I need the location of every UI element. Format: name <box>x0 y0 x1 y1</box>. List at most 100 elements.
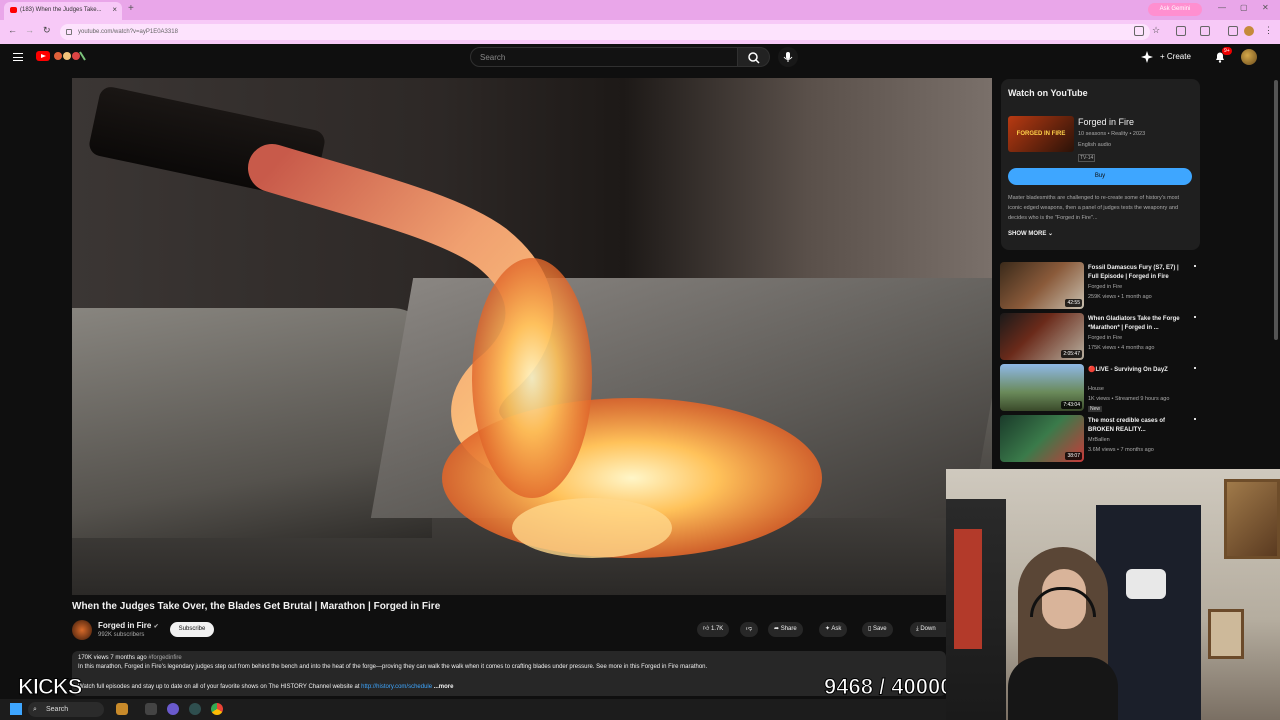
download-button[interactable]: ⤓ Down <box>910 622 946 637</box>
page-scrollbar[interactable] <box>1274 80 1278 340</box>
thumbs-down-icon: 👎︎ <box>746 626 753 632</box>
chrome-icon[interactable] <box>211 703 223 715</box>
ask-gemini-button[interactable]: Ask Gemini <box>1148 3 1202 16</box>
task-view-icon[interactable] <box>145 703 157 715</box>
youtube-logo-icon[interactable] <box>36 51 50 61</box>
recommendation-thumbnail[interactable]: 2:05:47 <box>1000 313 1084 360</box>
new-tab-icon[interactable]: + <box>128 3 134 14</box>
recommendation-views: 175K views • 4 months ago <box>1088 345 1155 351</box>
cast-icon[interactable] <box>1134 26 1144 36</box>
extensions-icon[interactable] <box>1176 26 1186 36</box>
browser-tab[interactable]: (183) When the Judges Take... × <box>4 2 122 20</box>
close-tab-icon[interactable]: × <box>112 5 117 14</box>
video-duration: 38:07 <box>1065 452 1082 460</box>
share-label: Share <box>780 626 797 632</box>
description-line-2-text: Watch full episodes and stay up to date … <box>78 684 360 690</box>
maximize-icon[interactable]: ▢ <box>1240 3 1248 12</box>
profile-icon[interactable] <box>1244 26 1254 36</box>
new-badge: New <box>1088 406 1103 412</box>
recommendation-channel[interactable]: MrBallen <box>1088 437 1110 443</box>
minimize-icon[interactable]: — <box>1218 3 1226 12</box>
like-count: 1.7K <box>710 626 724 632</box>
address-bar[interactable]: youtube.com/watch?v=ayP1E0A3318 <box>60 24 1150 40</box>
show-more-label: SHOW MORE <box>1008 231 1047 237</box>
voice-search-button[interactable] <box>778 47 798 67</box>
description-line-1: In this marathon, Forged in Fire's legen… <box>78 664 708 670</box>
recommendation-title[interactable]: When Gladiators Take the Forge *Marathon… <box>1088 315 1188 333</box>
more-actions-icon[interactable] <box>1194 265 1196 274</box>
ai-sparkle-icon[interactable] <box>1141 51 1153 63</box>
goal-counter-overlay: 9468 / 40000 <box>823 674 953 700</box>
recommendation-item[interactable]: 2:05:47 When Gladiators Take the Forge *… <box>1000 313 1198 361</box>
more-actions-icon[interactable] <box>1194 367 1196 376</box>
recommendation-title[interactable]: The most credible cases of BROKEN REALIT… <box>1088 417 1188 435</box>
buy-button[interactable]: Buy <box>1008 168 1192 185</box>
plus-icon: + <box>1160 52 1167 61</box>
more-actions-icon[interactable] <box>1194 316 1196 325</box>
search-icon <box>748 52 760 64</box>
watch-card-heading: Watch on YouTube <box>1008 88 1088 98</box>
recommendation-item[interactable]: 38:07 The most credible cases of BROKEN … <box>1000 415 1198 463</box>
bookmark-star-icon[interactable]: ☆ <box>1152 25 1160 36</box>
show-more-button[interactable]: SHOW MORE ⌄ <box>1008 230 1053 237</box>
create-button[interactable]: + Create <box>1160 48 1202 66</box>
recommendation-thumbnail[interactable]: 7:43:04 <box>1000 364 1084 411</box>
youtube-header: Search + Create 9+ <box>0 44 1280 72</box>
show-audio: English audio <box>1078 142 1112 148</box>
video-duration: 42:55 <box>1065 299 1082 307</box>
site-info-icon[interactable] <box>66 29 72 35</box>
recommendation-item[interactable]: 42:55 Fossil Damascus Fury (S7, E7) | Fu… <box>1000 262 1198 310</box>
hot-metal-frame <box>248 144 822 558</box>
video-title: When the Judges Take Over, the Blades Ge… <box>72 601 441 612</box>
recommendation-item[interactable]: 7:43:04 🔴LIVE - Surviving On DayZ House … <box>1000 364 1198 412</box>
sidepanel-icon[interactable] <box>1200 26 1210 36</box>
search-input[interactable]: Search <box>470 47 738 67</box>
doodle-logo-icon[interactable] <box>52 50 86 62</box>
back-icon[interactable]: ← <box>8 25 17 35</box>
recommendation-channel[interactable]: House <box>1088 386 1104 392</box>
show-thumbnail[interactable]: FORGED IN FIRE <box>1008 116 1074 152</box>
more-actions-icon[interactable] <box>1194 418 1196 427</box>
reload-icon[interactable]: ↻ <box>43 25 51 36</box>
taskbar-search[interactable]: ⌕ Search <box>28 702 104 717</box>
forward-icon[interactable]: → <box>25 25 34 35</box>
show-description: Master bladesmiths are challenged to re-… <box>1008 195 1180 221</box>
search-button[interactable] <box>738 47 770 67</box>
webcam-flag-stripe <box>954 529 982 649</box>
account-avatar[interactable] <box>1241 49 1257 65</box>
dislike-button[interactable]: 👎︎ <box>740 622 759 637</box>
recommendation-thumbnail[interactable]: 38:07 <box>1000 415 1084 462</box>
share-button[interactable]: ➦ Share <box>768 622 803 637</box>
video-duration: 2:05:47 <box>1061 350 1082 358</box>
webcam-overlay <box>946 469 1280 720</box>
browser-menu-icon[interactable]: ⋮ <box>1264 25 1273 36</box>
windows-start-icon[interactable] <box>10 703 22 715</box>
like-button[interactable]: 👍︎ 1.7K <box>697 622 730 637</box>
show-title[interactable]: Forged in Fire <box>1078 117 1134 127</box>
ask-button[interactable]: ✦ Ask <box>819 622 848 637</box>
obs-icon[interactable] <box>189 703 201 715</box>
thumbs-up-icon: 👍︎ <box>703 626 711 632</box>
watch-on-youtube-card <box>1001 79 1200 250</box>
discord-icon[interactable] <box>167 703 179 715</box>
history-schedule-link[interactable]: http://history.com/schedule <box>361 684 432 690</box>
windows-taskbar: ⌕ Search <box>0 699 946 720</box>
extension-icon[interactable] <box>1228 26 1238 36</box>
recommendation-thumbnail[interactable]: 42:55 <box>1000 262 1084 309</box>
streamer <box>1008 547 1118 720</box>
weather-widget-icon[interactable] <box>116 703 128 715</box>
close-window-icon[interactable]: ✕ <box>1262 3 1269 12</box>
video-player[interactable] <box>72 78 992 595</box>
recommendation-title[interactable]: 🔴LIVE - Surviving On DayZ <box>1088 366 1188 375</box>
subscribe-button[interactable]: Subscribe <box>170 622 214 637</box>
recommendation-channel[interactable]: Forged in Fire <box>1088 284 1122 290</box>
channel-name[interactable]: Forged in Fire ✔ <box>98 621 159 630</box>
recommendation-title[interactable]: Fossil Damascus Fury (S7, E7) | Full Epi… <box>1088 264 1188 282</box>
hashtag-link[interactable]: #forgedinfire <box>148 655 181 661</box>
menu-icon[interactable] <box>13 53 23 61</box>
save-button[interactable]: ▯ Save <box>862 622 893 637</box>
recommendation-channel[interactable]: Forged in Fire <box>1088 335 1122 341</box>
channel-avatar[interactable] <box>72 620 92 640</box>
show-more-link[interactable]: ...more <box>434 684 454 690</box>
rating-badge: TV-14 <box>1078 154 1096 162</box>
